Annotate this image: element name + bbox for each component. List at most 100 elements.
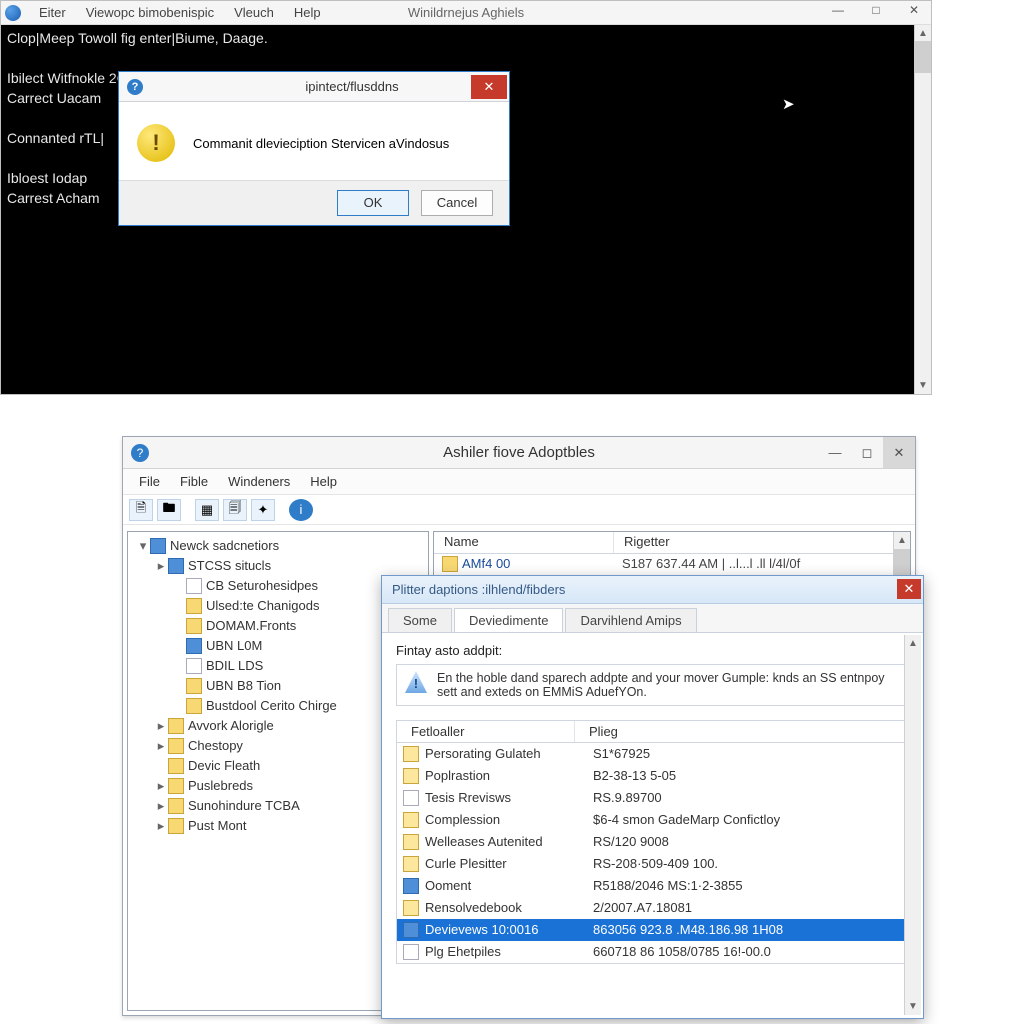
maximize-button[interactable]: □: [863, 3, 889, 21]
expand-icon[interactable]: ▸: [154, 776, 168, 796]
row-name: Tesis Rrevisws: [425, 787, 593, 809]
folder-icon: [168, 758, 184, 774]
props-row[interactable]: Devievews 10:0016863056 923.8 .M48.186.9…: [397, 919, 908, 941]
window-controls: — ◻ ✕: [819, 437, 915, 468]
props-row[interactable]: Curle PlesitterRS-208·509-409 100.: [397, 853, 908, 875]
menu-item[interactable]: Eiter: [29, 3, 76, 22]
scroll-up-icon[interactable]: ▲: [905, 635, 921, 652]
tree-node[interactable]: ▾Newck sadcnetiors: [132, 536, 424, 556]
col-header[interactable]: Rigetter: [614, 532, 910, 553]
props-row[interactable]: Rensolvedebook2/2007.A7.18081: [397, 897, 908, 919]
scroll-down-icon[interactable]: ▼: [905, 998, 921, 1015]
menu-item[interactable]: Viewopc bimobenispic: [76, 3, 224, 22]
folder-icon: [168, 778, 184, 794]
dialog-titlebar: ? ipintect/flusddns ✕: [119, 72, 509, 102]
menu-item[interactable]: Windeners: [218, 472, 300, 491]
tool-button[interactable]: ▦: [195, 499, 219, 521]
scroll-up-icon[interactable]: ▲: [915, 25, 931, 42]
props-list: Fetloaller Plieg Persorating GulatehS1*6…: [396, 720, 909, 964]
close-button[interactable]: ✕: [901, 3, 927, 21]
expand-icon[interactable]: ▸: [154, 556, 168, 576]
console-menubar: Eiter Viewopc bimobenispic Vleuch Help W…: [1, 1, 931, 25]
scrollbar[interactable]: ▲ ▼: [914, 25, 931, 394]
expand-icon[interactable]: ▸: [154, 816, 168, 836]
list-header: Name Rigetter: [434, 532, 910, 554]
device-icon: [150, 538, 166, 554]
tab[interactable]: Darvihlend Amips: [565, 608, 696, 632]
cancel-button[interactable]: Cancel: [421, 190, 493, 216]
tool-button[interactable]: 🖿: [157, 499, 181, 521]
col-header[interactable]: Plieg: [575, 721, 908, 742]
tool-button[interactable]: ✦: [251, 499, 275, 521]
item-icon: [403, 768, 419, 784]
folder-icon: [186, 598, 202, 614]
tree-label: Devic Fleath: [188, 756, 260, 776]
folder-icon: [168, 798, 184, 814]
dialog-close-button[interactable]: ✕: [471, 75, 507, 99]
expand-icon[interactable]: ▸: [154, 796, 168, 816]
row-name: Curle Plesitter: [425, 853, 593, 875]
tree-label: Chestopy: [188, 736, 243, 756]
props-list-header: Fetloaller Plieg: [397, 721, 908, 743]
menu-item[interactable]: Fible: [170, 472, 218, 491]
props-row[interactable]: PoplrastionB2-38-13 5-05: [397, 765, 908, 787]
props-row[interactable]: Plg Ehetpiles660718 86 1058/0785 16!-00.…: [397, 941, 908, 963]
dialog-buttonbar: OK Cancel: [119, 180, 509, 225]
scroll-down-icon[interactable]: ▼: [915, 377, 931, 394]
scrollbar[interactable]: ▲ ▼: [904, 635, 921, 1015]
menu-item[interactable]: Help: [300, 472, 347, 491]
menu-item[interactable]: Help: [284, 3, 331, 22]
explorer-toolbar: 🗎 🖿 ▦ 🗐 ✦ i: [123, 495, 915, 525]
warning-icon: !: [137, 124, 175, 162]
scroll-up-icon[interactable]: ▲: [894, 532, 910, 549]
folder-icon: [168, 738, 184, 754]
row-name: Devievews 10:0016: [425, 919, 593, 941]
expand-icon[interactable]: ▸: [154, 716, 168, 736]
props-row[interactable]: Persorating GulatehS1*67925: [397, 743, 908, 765]
item-icon: [403, 812, 419, 828]
row-value: S1*67925: [593, 743, 650, 765]
row-name: Welleases Autenited: [425, 831, 593, 853]
tree-node[interactable]: ▸STCSS situcls: [132, 556, 424, 576]
shield-icon: [5, 5, 21, 21]
row-name: Complession: [425, 809, 593, 831]
row-value: RS-208·509-409 100.: [593, 853, 718, 875]
props-close-button[interactable]: ✕: [897, 579, 921, 599]
tree-label: UBN L0M: [206, 636, 262, 656]
minimize-button[interactable]: —: [819, 437, 851, 468]
menu-item[interactable]: File: [129, 472, 170, 491]
minimize-button[interactable]: —: [825, 3, 851, 21]
warning-icon: !: [405, 671, 427, 693]
item-icon: [403, 922, 419, 938]
tool-button[interactable]: 🗎: [129, 499, 153, 521]
props-note: ! En the hoble dand sparech addpte and y…: [396, 664, 909, 706]
col-header[interactable]: Name: [434, 532, 614, 553]
list-row[interactable]: AMf4 00 S187 637.44 AM | ..l...l .ll l/4…: [434, 554, 910, 574]
row-value: RS.9.89700: [593, 787, 662, 809]
row-value: 863056 923.8 .M48.186.98 1H08: [593, 919, 783, 941]
expand-icon[interactable]: ▾: [136, 536, 150, 556]
props-row[interactable]: Welleases AutenitedRS/120 9008: [397, 831, 908, 853]
tab[interactable]: Deviedimente: [454, 608, 564, 632]
tab[interactable]: Some: [388, 608, 452, 632]
props-row[interactable]: Tesis RreviswsRS.9.89700: [397, 787, 908, 809]
menu-item[interactable]: Vleuch: [224, 3, 284, 22]
maximize-button[interactable]: ◻: [851, 437, 883, 468]
row-name: Ooment: [425, 875, 593, 897]
row-name: Persorating Gulateh: [425, 743, 593, 765]
folder-icon: [186, 658, 202, 674]
ok-button[interactable]: OK: [337, 190, 409, 216]
row-value: 660718 86 1058/0785 16!-00.0: [593, 941, 771, 963]
tool-button-info[interactable]: i: [289, 499, 313, 521]
scroll-thumb[interactable]: [915, 41, 931, 73]
properties-dialog: Plitter daptions :ilhlend/fibders ✕ Some…: [381, 575, 924, 1019]
expand-icon[interactable]: ▸: [154, 736, 168, 756]
dialog-body: ! Commanit dlevieciption Stervicen aVind…: [119, 102, 509, 180]
tool-button[interactable]: 🗐: [223, 499, 247, 521]
close-button[interactable]: ✕: [883, 437, 915, 468]
explorer-menubar: File Fible Windeners Help: [123, 469, 915, 495]
folder-icon: [186, 618, 202, 634]
col-header[interactable]: Fetloaller: [397, 721, 575, 742]
props-row[interactable]: Complession$6-4 smon GadeMarp Confictloy: [397, 809, 908, 831]
props-row[interactable]: OomentR5188/2046 MS:1·2-3855: [397, 875, 908, 897]
